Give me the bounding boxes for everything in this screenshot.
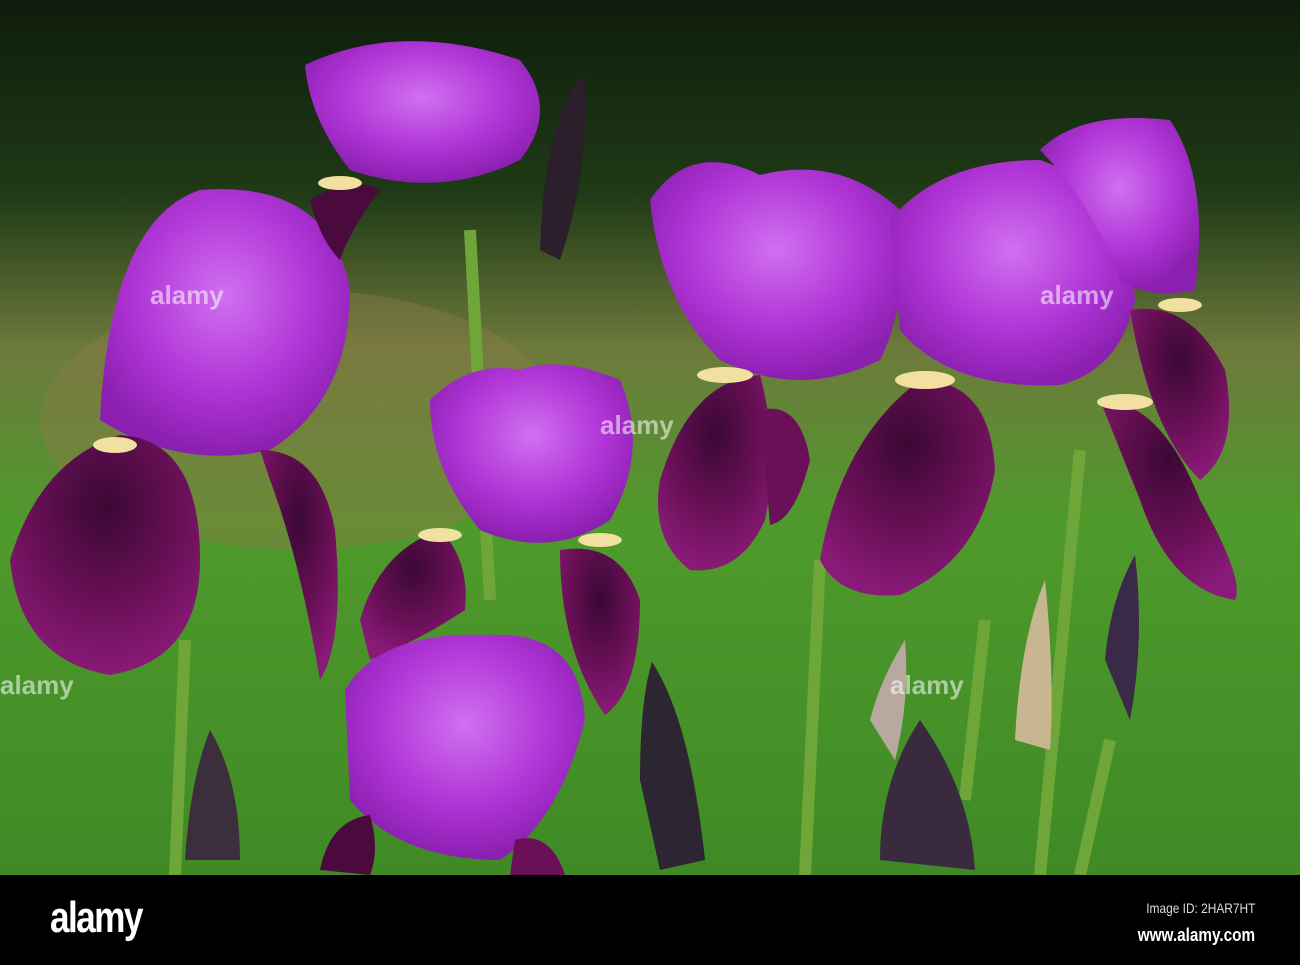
watermark-footer: alamy Image ID: 2HAR7HT www.alamy.com [0,875,1300,965]
watermark-overlay: alamy [1040,280,1114,310]
watermark-overlay: alamy [0,670,74,700]
watermark-overlay: alamy [600,410,674,440]
alamy-logo: alamy [50,893,143,942]
watermark-overlay: alamy [150,280,224,310]
site-url: www.alamy.com [1137,925,1255,945]
photo-frame: alamy alamy alamy alamy alamy alamy Imag… [0,0,1300,965]
image-id-label: Image ID: 2HAR7HT [1145,900,1255,916]
watermark-overlay: alamy [890,670,964,700]
